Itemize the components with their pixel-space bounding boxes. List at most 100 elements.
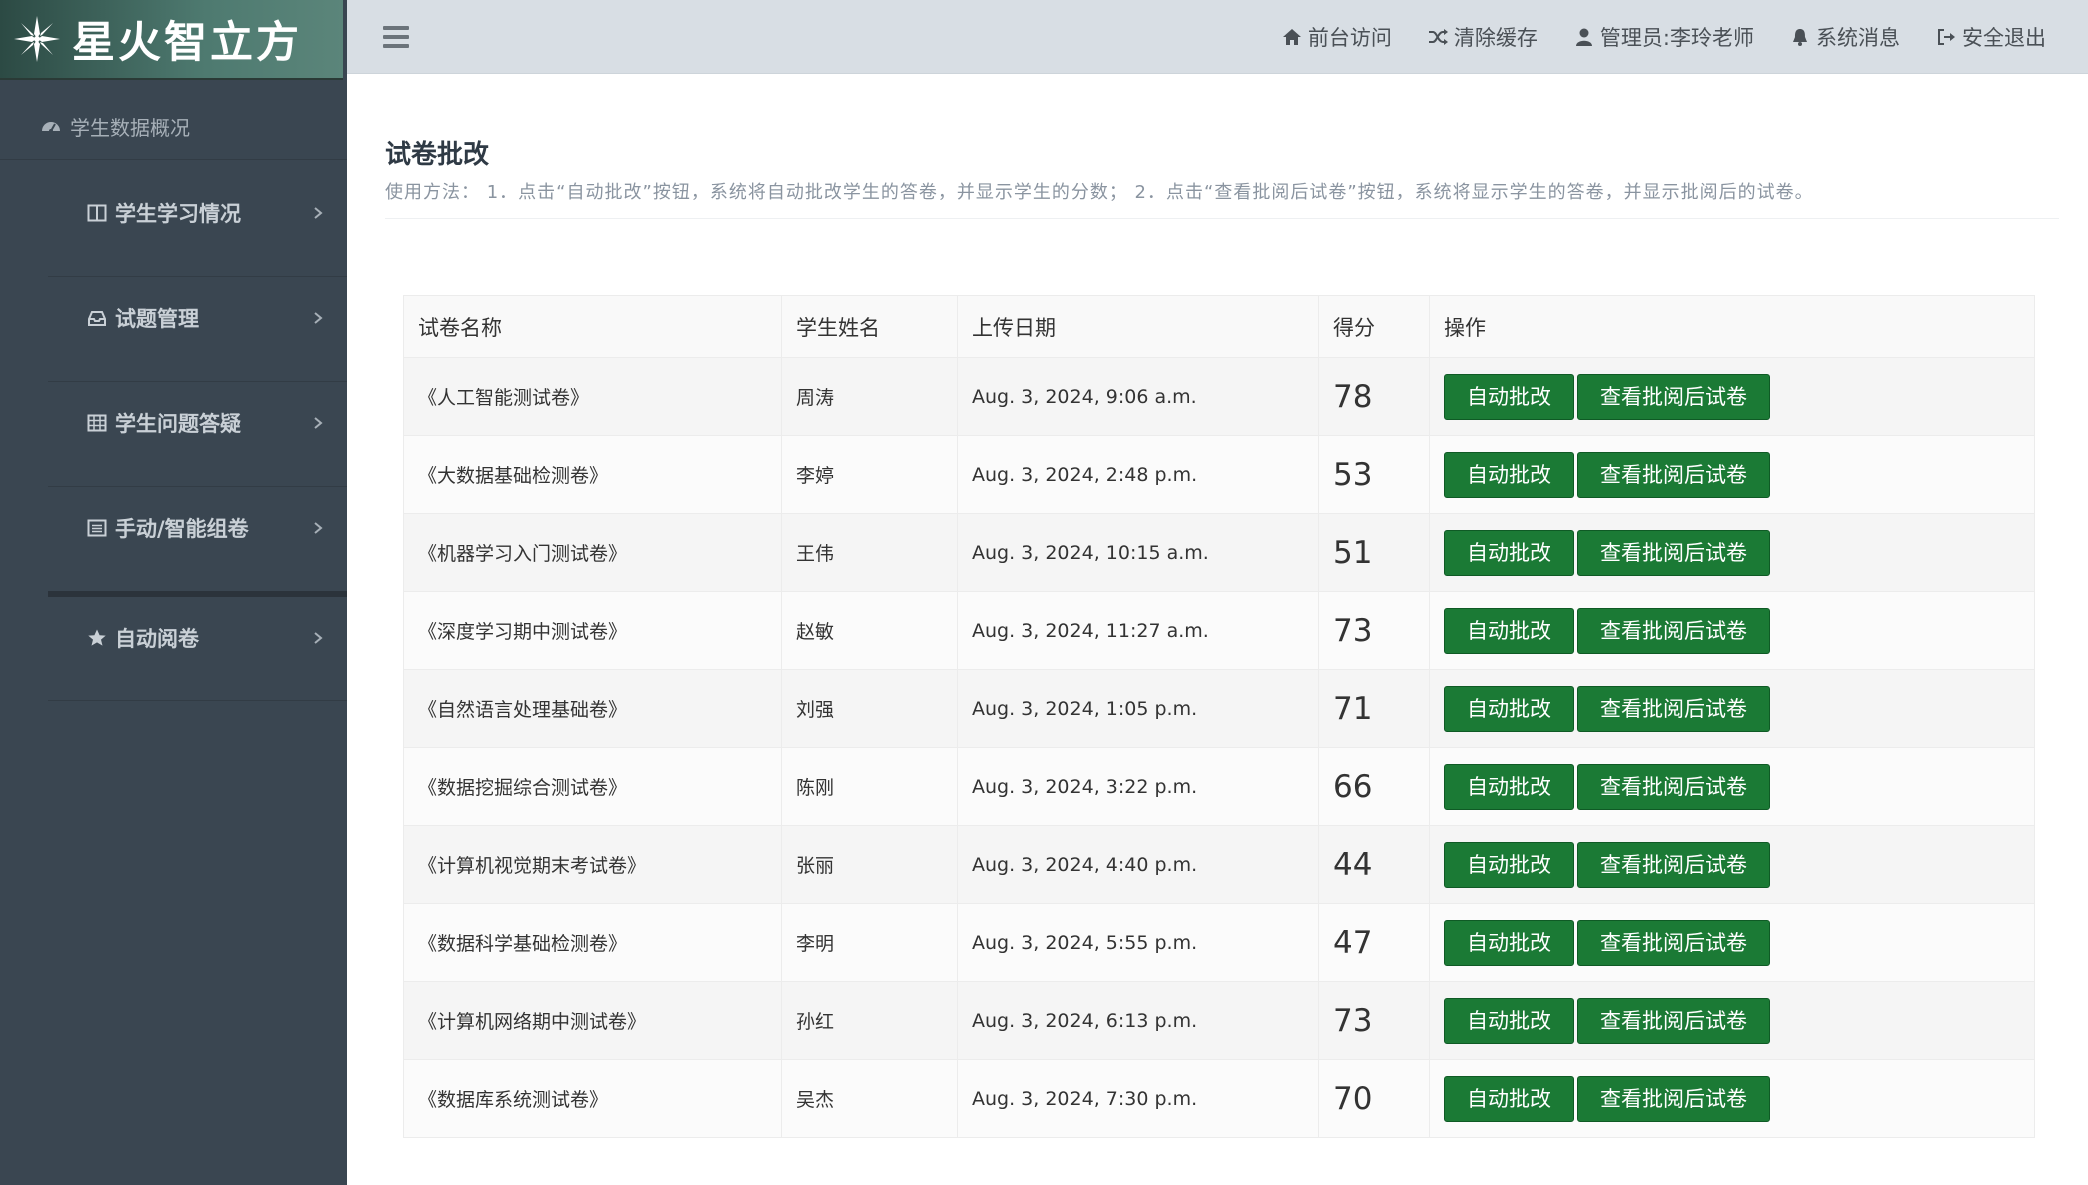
header-link-label: 安全退出: [1962, 26, 2046, 50]
sidebar-divider: [48, 381, 347, 382]
actions-cell: 自动批改 查看批阅后试卷: [1429, 513, 2035, 592]
view-graded-paper-button[interactable]: 查看批阅后试卷: [1577, 373, 1770, 420]
auto-grade-button[interactable]: 自动批改: [1444, 841, 1574, 888]
star-icon: [88, 629, 106, 646]
logout-link[interactable]: 安全退出: [1936, 22, 2046, 52]
student-name-cell: 刘强: [781, 669, 958, 748]
home-icon: [1282, 29, 1301, 45]
table-row: 《大数据基础检测卷》 李婷 Aug. 3, 2024, 2:48 p.m. 53 自动批…: [403, 435, 2035, 514]
actions-cell: 自动批改 查看批阅后试卷: [1429, 981, 2035, 1060]
sidebar-item-overview[interactable]: 学生数据概况: [0, 94, 347, 160]
column-header-paper: 试卷名称: [403, 295, 782, 358]
paper-name-cell: 《数据科学基础检测卷》: [403, 903, 782, 982]
table-row: 《深度学习期中测试卷》 赵敏 Aug. 3, 2024, 11:27 a.m. 73 自…: [403, 591, 2035, 670]
actions-cell: 自动批改 查看批阅后试卷: [1429, 747, 2035, 826]
sidebar-divider: [48, 486, 347, 487]
column-header-actions: 操作: [1429, 295, 2035, 358]
auto-grade-button[interactable]: 自动批改: [1444, 373, 1574, 420]
auto-grade-button[interactable]: 自动批改: [1444, 529, 1574, 576]
upload-date-cell: Aug. 3, 2024, 4:40 p.m.: [957, 825, 1319, 904]
score-cell: 66: [1318, 747, 1430, 826]
sidebar-overview-label: 学生数据概况: [70, 116, 190, 140]
papers-table: 试卷名称 学生姓名 上传日期 得分 操作 《人工智能测试卷》 周涛 Aug. 3, …: [403, 295, 2035, 1138]
table-row: 《机器学习入门测试卷》 王伟 Aug. 3, 2024, 10:15 a.m. 51 自…: [403, 513, 2035, 592]
menu-toggle-icon[interactable]: [383, 26, 409, 48]
sidebar-divider: [48, 700, 347, 701]
auto-grade-button[interactable]: 自动批改: [1444, 763, 1574, 810]
student-name-cell: 张丽: [781, 825, 958, 904]
view-graded-paper-button[interactable]: 查看批阅后试卷: [1577, 685, 1770, 732]
sidebar-item-label: 自动阅卷: [115, 627, 199, 651]
sidebar-item-questions[interactable]: 试题管理: [0, 285, 347, 351]
table-row: 《数据挖掘综合测试卷》 陈刚 Aug. 3, 2024, 3:22 p.m. 66 自动…: [403, 747, 2035, 826]
auto-grade-button[interactable]: 自动批改: [1444, 997, 1574, 1044]
score-cell: 53: [1318, 435, 1430, 514]
header-link-label: 管理员:李玲老师: [1599, 26, 1754, 50]
frontend-visit-link[interactable]: 前台访问: [1282, 22, 1392, 52]
actions-cell: 自动批改 查看批阅后试卷: [1429, 903, 2035, 982]
main-content: 试卷批改 使用方法： 1．点击“自动批改”按钮，系统将自动批改学生的答卷，并显示…: [357, 84, 2069, 1185]
auto-grade-button[interactable]: 自动批改: [1444, 451, 1574, 498]
view-graded-paper-button[interactable]: 查看批阅后试卷: [1577, 997, 1770, 1044]
page-title: 试卷批改: [385, 140, 490, 170]
table-row: 《数据库系统测试卷》 吴杰 Aug. 3, 2024, 7:30 p.m. 70 自动批…: [403, 1059, 2035, 1138]
sidebar-divider: [48, 276, 347, 277]
actions-cell: 自动批改 查看批阅后试卷: [1429, 435, 2035, 514]
actions-cell: 自动批改 查看批阅后试卷: [1429, 669, 2035, 748]
column-header-score: 得分: [1318, 295, 1430, 358]
brand-logo[interactable]: 星火智立方: [0, 0, 343, 80]
student-name-cell: 孙红: [781, 981, 958, 1060]
chevron-right-icon: [314, 522, 323, 534]
chevron-right-icon: [314, 632, 323, 644]
admin-user-link[interactable]: 管理员:李玲老师: [1574, 22, 1754, 52]
auto-grade-button[interactable]: 自动批改: [1444, 1075, 1574, 1122]
auto-grade-button[interactable]: 自动批改: [1444, 607, 1574, 654]
view-graded-paper-button[interactable]: 查看批阅后试卷: [1577, 763, 1770, 810]
paper-name-cell: 《数据挖掘综合测试卷》: [403, 747, 782, 826]
upload-date-cell: Aug. 3, 2024, 2:48 p.m.: [957, 435, 1319, 514]
sidebar-item-compose-paper[interactable]: 手动/智能组卷: [0, 495, 347, 561]
paper-name-cell: 《大数据基础检测卷》: [403, 435, 782, 514]
usage-instructions: 使用方法： 1．点击“自动批改”按钮，系统将自动批改学生的答卷，并显示学生的分数…: [385, 182, 1814, 203]
score-cell: 44: [1318, 825, 1430, 904]
auto-grade-button[interactable]: 自动批改: [1444, 919, 1574, 966]
paper-name-cell: 《深度学习期中测试卷》: [403, 591, 782, 670]
view-graded-paper-button[interactable]: 查看批阅后试卷: [1577, 1075, 1770, 1122]
sidebar-divider: [48, 591, 347, 597]
clear-cache-link[interactable]: 清除缓存: [1428, 22, 1538, 52]
student-name-cell: 周涛: [781, 357, 958, 436]
paper-name-cell: 《计算机视觉期末考试卷》: [403, 825, 782, 904]
score-cell: 78: [1318, 357, 1430, 436]
system-messages-link[interactable]: 系统消息: [1790, 22, 1900, 52]
score-cell: 70: [1318, 1059, 1430, 1138]
table-header-row: 试卷名称 学生姓名 上传日期 得分 操作: [403, 295, 2035, 358]
sidebar-item-qa[interactable]: 学生问题答疑: [0, 390, 347, 456]
paper-name-cell: 《机器学习入门测试卷》: [403, 513, 782, 592]
sign-out-icon: [1938, 29, 1955, 45]
upload-date-cell: Aug. 3, 2024, 9:06 a.m.: [957, 357, 1319, 436]
sidebar-item-learning[interactable]: 学生学习情况: [0, 180, 347, 246]
actions-cell: 自动批改 查看批阅后试卷: [1429, 357, 2035, 436]
sidebar-item-auto-grading[interactable]: 自动阅卷: [0, 605, 347, 671]
list-alt-icon: [87, 519, 107, 537]
chevron-right-icon: [314, 312, 323, 324]
view-graded-paper-button[interactable]: 查看批阅后试卷: [1577, 529, 1770, 576]
actions-cell: 自动批改 查看批阅后试卷: [1429, 825, 2035, 904]
title-divider: [385, 218, 2059, 219]
view-graded-paper-button[interactable]: 查看批阅后试卷: [1577, 919, 1770, 966]
view-graded-paper-button[interactable]: 查看批阅后试卷: [1577, 841, 1770, 888]
paper-name-cell: 《计算机网络期中测试卷》: [403, 981, 782, 1060]
upload-date-cell: Aug. 3, 2024, 10:15 a.m.: [957, 513, 1319, 592]
view-graded-paper-button[interactable]: 查看批阅后试卷: [1577, 451, 1770, 498]
header-link-label: 前台访问: [1307, 26, 1392, 50]
score-cell: 73: [1318, 981, 1430, 1060]
paper-name-cell: 《自然语言处理基础卷》: [403, 669, 782, 748]
column-header-date: 上传日期: [957, 295, 1319, 358]
table-icon: [87, 414, 107, 432]
brand-name: 星火智立方: [72, 18, 302, 68]
student-name-cell: 吴杰: [781, 1059, 958, 1138]
auto-grade-button[interactable]: 自动批改: [1444, 685, 1574, 732]
chevron-right-icon: [314, 417, 323, 429]
upload-date-cell: Aug. 3, 2024, 6:13 p.m.: [957, 981, 1319, 1060]
view-graded-paper-button[interactable]: 查看批阅后试卷: [1577, 607, 1770, 654]
